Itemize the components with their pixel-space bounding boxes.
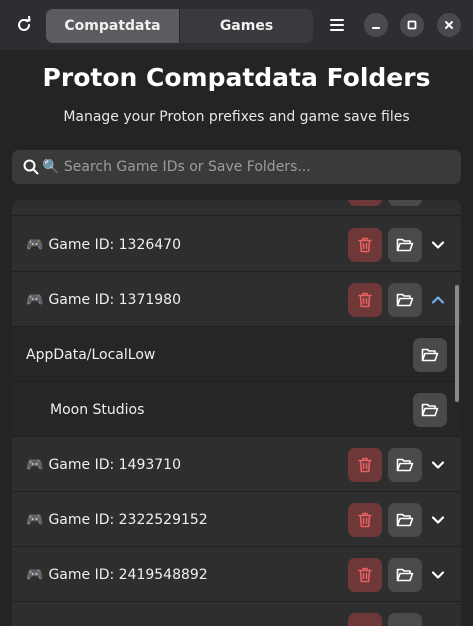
game-id-label: Game ID: 1493710 xyxy=(48,456,181,473)
delete-button[interactable] xyxy=(348,283,382,317)
trash-icon xyxy=(358,237,372,253)
expand-toggle[interactable] xyxy=(428,510,448,530)
list-item-game[interactable]: 🎮 Game ID: 2322529152 xyxy=(12,492,461,547)
list-item-game[interactable]: 🎮 Game ID: 1493710 xyxy=(12,437,461,492)
delete-button[interactable] xyxy=(348,228,382,262)
main-menu-button[interactable] xyxy=(324,12,350,38)
minimize-button[interactable] xyxy=(364,13,388,37)
delete-button[interactable] xyxy=(348,558,382,592)
game-id-label: Game ID: 2322529152 xyxy=(48,511,208,528)
folder-open-icon xyxy=(396,458,414,472)
game-id-label: Game ID: 1371980 xyxy=(48,291,181,308)
folder-open-icon xyxy=(396,513,414,527)
minimize-icon xyxy=(372,27,380,29)
folder-open-icon xyxy=(396,293,414,307)
chevron-down-icon xyxy=(431,571,445,579)
maximize-icon xyxy=(407,20,417,30)
folder-open-icon xyxy=(396,568,414,582)
trash-icon xyxy=(358,457,372,473)
page-subtitle: Manage your Proton prefixes and game sav… xyxy=(63,109,410,125)
open-folder-button[interactable] xyxy=(388,228,422,262)
close-button[interactable] xyxy=(437,13,461,37)
view-switcher: Compatdata Games xyxy=(46,9,313,43)
folder-name-label: Moon Studios xyxy=(50,401,145,418)
refresh-button[interactable] xyxy=(10,11,38,39)
trash-icon xyxy=(358,292,372,308)
folder-path-label: AppData/LocalLow xyxy=(26,346,156,363)
chevron-down-icon xyxy=(431,516,445,524)
list-item-game[interactable]: 🎮 Game ID: 1326470 xyxy=(12,217,461,272)
delete-button[interactable] xyxy=(348,503,382,537)
refresh-icon xyxy=(18,16,31,31)
page-title: Proton Compatdata Folders xyxy=(42,63,431,92)
trash-icon xyxy=(358,567,372,583)
tab-games[interactable]: Games xyxy=(180,9,313,43)
chevron-down-icon xyxy=(431,461,445,469)
gamepad-icon: 🎮 xyxy=(26,566,44,583)
delete-button[interactable] xyxy=(348,448,382,482)
folder-open-icon xyxy=(421,403,439,417)
delete-button[interactable] xyxy=(348,613,382,626)
search-icon xyxy=(22,158,40,176)
open-folder-button[interactable] xyxy=(413,393,447,427)
open-folder-button[interactable] xyxy=(413,338,447,372)
game-id-label: Game ID: 1326470 xyxy=(48,236,181,253)
folder-open-icon xyxy=(421,348,439,362)
list-item-partial xyxy=(12,200,461,216)
open-folder-button[interactable] xyxy=(388,558,422,592)
gamepad-icon: 🎮 xyxy=(26,511,44,528)
gamepad-icon: 🎮 xyxy=(26,291,44,308)
open-folder-button[interactable] xyxy=(388,448,422,482)
expand-toggle[interactable] xyxy=(428,565,448,585)
delete-button[interactable] xyxy=(348,200,382,206)
open-folder-button[interactable] xyxy=(388,503,422,537)
chevron-up-icon xyxy=(431,296,445,304)
header-bar: Compatdata Games xyxy=(0,0,473,50)
collapse-toggle[interactable] xyxy=(428,290,448,310)
open-folder-button[interactable] xyxy=(388,283,422,317)
chevron-down-icon xyxy=(431,241,445,249)
expand-toggle[interactable] xyxy=(428,455,448,475)
search-bar xyxy=(12,150,461,184)
list-item-game[interactable]: 🎮 Game ID: 1371980 xyxy=(12,272,461,327)
maximize-button[interactable] xyxy=(400,13,424,37)
list-item-save-folder[interactable]: AppData/LocalLow xyxy=(12,327,461,382)
open-folder-button[interactable] xyxy=(388,200,422,206)
hamburger-menu-icon xyxy=(330,19,344,31)
tab-compatdata[interactable]: Compatdata xyxy=(46,9,179,43)
list-item-game[interactable]: 🎮 Game ID: 2419548892 xyxy=(12,547,461,602)
list-item-save-subfolder[interactable]: Moon Studios xyxy=(12,382,461,437)
gamepad-icon: 🎮 xyxy=(26,236,44,253)
folder-open-icon xyxy=(396,238,414,252)
gamepad-icon: 🎮 xyxy=(26,456,44,473)
list-item-partial xyxy=(12,602,461,626)
search-input[interactable] xyxy=(42,159,461,175)
close-icon xyxy=(445,21,453,29)
game-id-label: Game ID: 2419548892 xyxy=(48,566,208,583)
expand-toggle[interactable] xyxy=(428,235,448,255)
open-folder-button[interactable] xyxy=(388,613,422,626)
trash-icon xyxy=(358,512,372,528)
compatdata-list: 🎮 Game ID: 1326470 🎮 Game ID: 1371980 Ap… xyxy=(12,200,461,626)
main-content: Proton Compatdata Folders Manage your Pr… xyxy=(0,50,473,626)
list-scrollbar[interactable] xyxy=(455,285,459,402)
